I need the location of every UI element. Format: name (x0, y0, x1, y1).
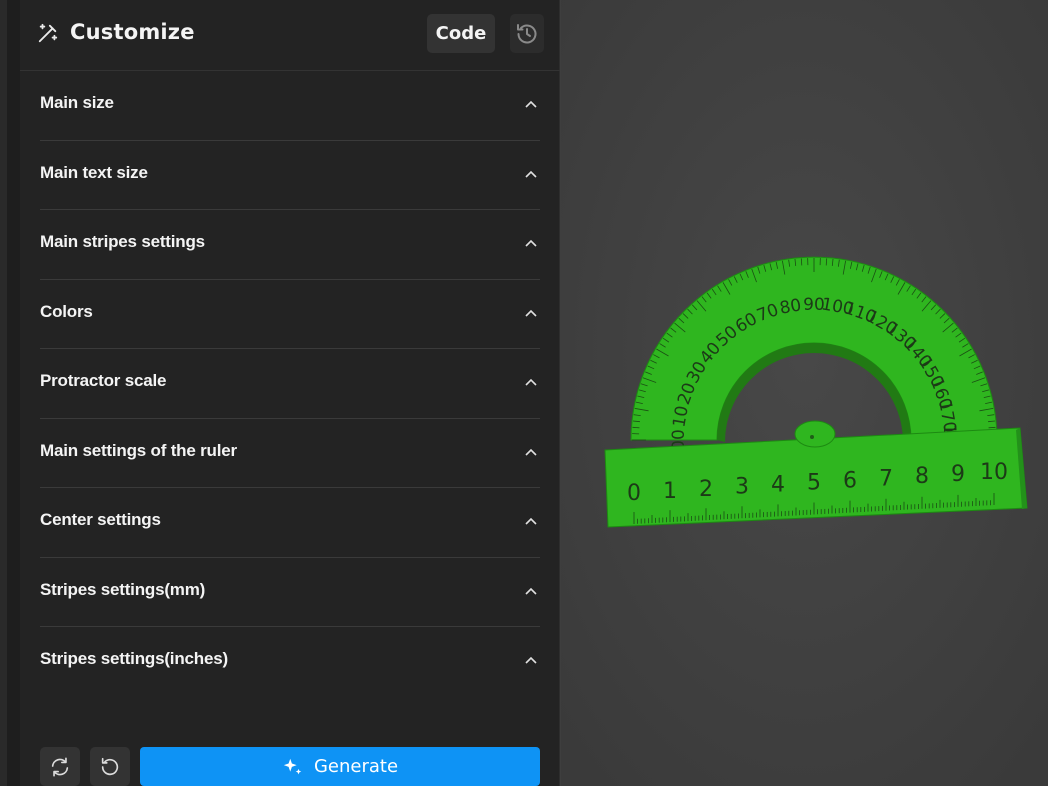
section-label: Main settings of the ruler (40, 440, 237, 460)
3d-viewport[interactable]: 00 10 20 30 40 50 60 70 80 90 100 110 120 130 140 150 16… (561, 0, 1048, 786)
ruler-number: 7 (879, 466, 893, 491)
protractor-model: 001020304050607080 9010011012013014015016… (561, 0, 1048, 786)
section-main-text-size[interactable]: Main text size (40, 141, 540, 210)
section-label: Stripes settings(inches) (40, 649, 228, 668)
section-label: Colors (40, 301, 93, 321)
ruler-number: 10 (980, 460, 1008, 485)
protractor-number: 10 (669, 404, 692, 429)
protractor-number: 80 (778, 295, 803, 318)
panel-title: Customize (70, 20, 195, 44)
app-left-gap (7, 0, 20, 786)
reset-button[interactable] (90, 747, 130, 786)
chevron-up-icon (525, 100, 537, 108)
section-colors[interactable]: Colors (40, 280, 540, 349)
chevron-up-icon (525, 656, 537, 664)
section-label: Main text size (40, 162, 148, 182)
section-stripes-inches[interactable]: Stripes settings(inches) (40, 627, 540, 697)
section-center-settings[interactable]: Center settings (40, 488, 540, 558)
refresh-button[interactable] (40, 747, 80, 786)
history-icon (517, 23, 537, 43)
generate-label: Generate (313, 756, 399, 777)
section-main-size[interactable]: Main size (40, 71, 540, 141)
sparkles-icon (283, 758, 302, 774)
ruler-number: 2 (699, 477, 713, 502)
chevron-up-icon (525, 517, 537, 525)
chevron-up-icon (525, 448, 537, 456)
chevron-up-icon (525, 378, 537, 386)
chevron-up-icon (525, 170, 537, 178)
undo-icon (101, 757, 119, 775)
customize-panel: Customize Code Main size Main text size … (20, 0, 560, 786)
history-button[interactable] (510, 14, 544, 53)
refresh-icon (51, 756, 69, 777)
code-button[interactable]: Code (427, 14, 495, 53)
ruler-number: 9 (951, 462, 965, 487)
generate-button[interactable]: Generate (140, 747, 540, 786)
ruler-number: 0 (627, 481, 641, 506)
section-label: Main size (40, 93, 114, 112)
ruler-number: 6 (843, 468, 857, 493)
section-main-stripes-settings[interactable]: Main stripes settings (40, 210, 540, 280)
chevron-up-icon (525, 309, 537, 317)
ruler-number: 8 (915, 464, 929, 489)
app-left-edge (0, 0, 7, 786)
chevron-up-icon (525, 239, 537, 247)
section-main-settings-ruler[interactable]: Main settings of the ruler (40, 419, 540, 488)
section-stripes-mm[interactable]: Stripes settings(mm) (40, 558, 540, 627)
chevron-up-icon (525, 587, 537, 595)
action-bar: Generate (40, 747, 540, 786)
section-label: Protractor scale (40, 371, 167, 390)
section-label: Main stripes settings (40, 232, 205, 251)
ruler-number: 5 (807, 471, 821, 496)
ruler-number: 4 (771, 473, 785, 498)
section-protractor-scale[interactable]: Protractor scale (40, 349, 540, 419)
settings-sections: Main size Main text size Main stripes se… (40, 71, 540, 697)
section-label: Stripes settings(mm) (40, 579, 206, 599)
panel-header: Customize Code (20, 0, 560, 71)
ruler-number: 3 (735, 475, 749, 500)
magic-wand-icon (38, 23, 58, 43)
section-label: Center settings (40, 510, 161, 529)
ruler-number: 1 (663, 479, 677, 504)
